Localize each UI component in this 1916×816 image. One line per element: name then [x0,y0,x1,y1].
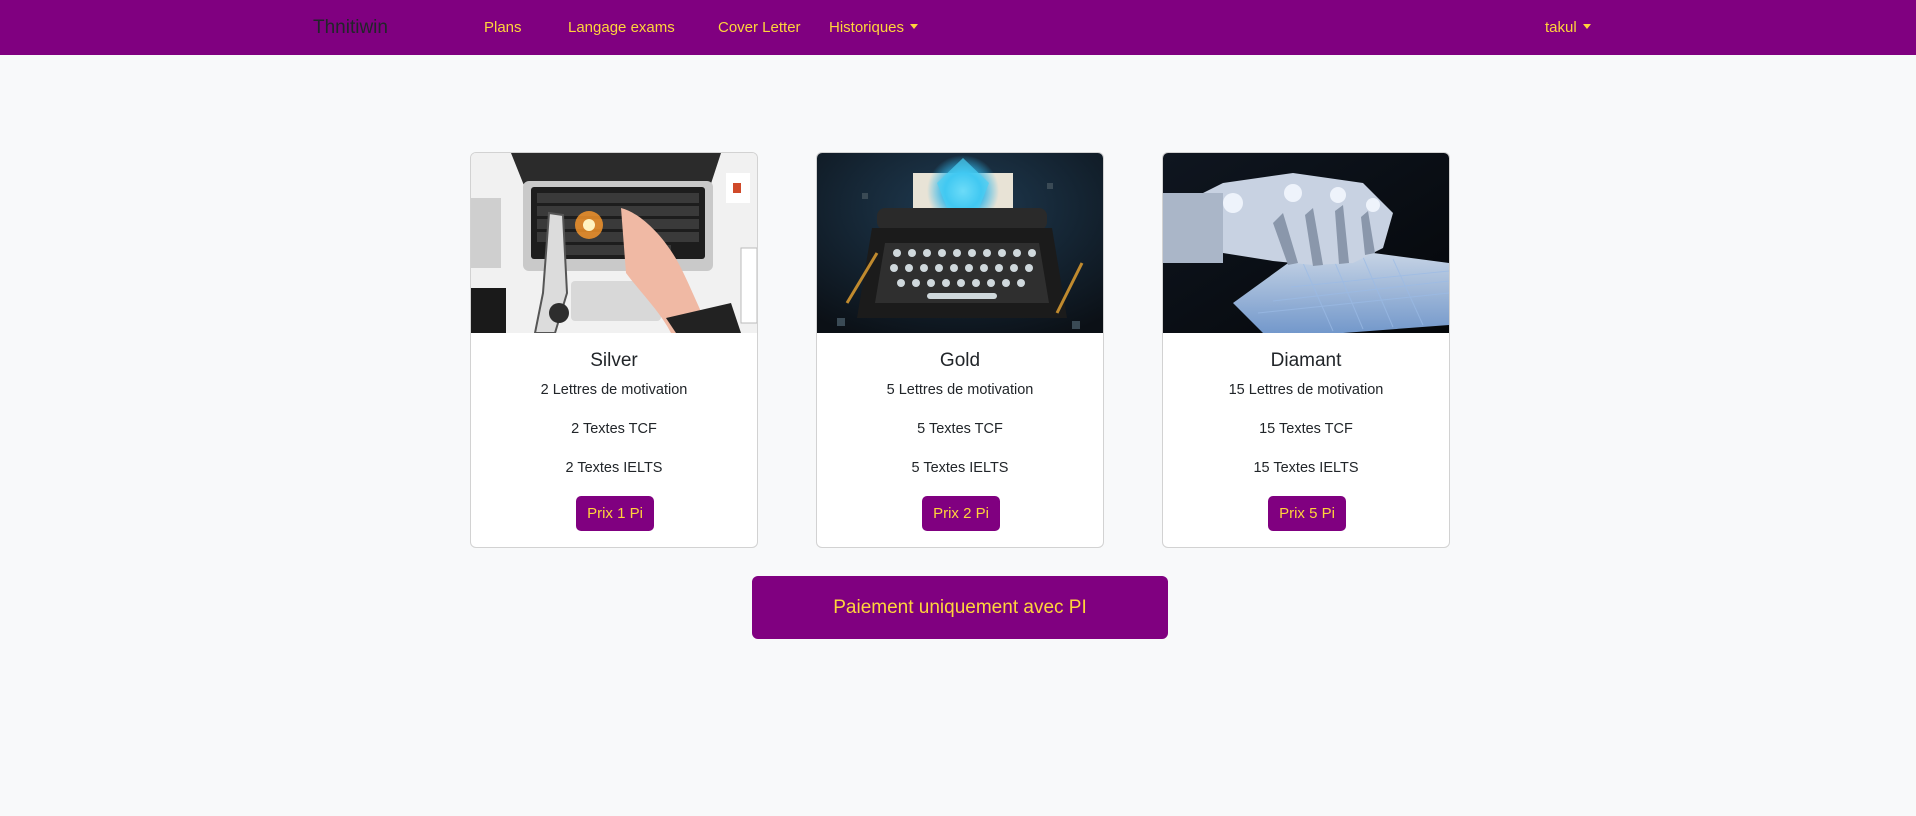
plan-image-diamant [1163,153,1449,333]
historiques-label: Historiques [829,19,905,36]
plan-image-gold [817,153,1103,333]
plan-image-silver [471,153,757,333]
plan-title: Silver [590,350,638,371]
plan-feature-tcf: 15 Textes TCF [1259,421,1353,437]
plan-feature-ielts: 5 Textes IELTS [911,460,1009,476]
chevron-down-icon [1582,24,1591,29]
plan-feature-letters: 2 Lettres de motivation [540,382,688,398]
price-button-gold[interactable]: Prix 2 Pi [922,496,1000,531]
plan-card-diamant: Diamant 15 Lettres de motivation 15 Text… [1162,152,1450,548]
plan-card-silver: Silver 2 Lettres de motivation 2 Textes … [470,152,758,548]
nav-link-langage-exams[interactable]: Langage exams [568,19,675,36]
plan-feature-ielts: 15 Textes IELTS [1253,460,1359,476]
plan-title: Diamant [1270,350,1342,371]
plan-feature-tcf: 5 Textes TCF [917,421,1003,437]
plan-feature-tcf: 2 Textes TCF [571,421,657,437]
plan-feature-letters: 15 Lettres de motivation [1228,382,1384,398]
top-navbar: Thnitiwin Plans Langage exams Cover Lett… [0,0,1916,55]
plan-feature-ielts: 2 Textes IELTS [565,460,663,476]
plan-feature-letters: 5 Lettres de motivation [886,382,1034,398]
user-name-label: takul [1545,19,1577,36]
plan-card-gold: Gold 5 Lettres de motivation 5 Textes TC… [816,152,1104,548]
chevron-down-icon [910,24,919,29]
payment-pi-button[interactable]: Paiement uniquement avec PI [752,576,1168,639]
price-button-silver[interactable]: Prix 1 Pi [576,496,654,531]
nav-link-cover-letter[interactable]: Cover Letter [718,19,801,36]
user-dropdown[interactable]: takul [1545,19,1591,36]
brand-logo[interactable]: Thnitiwin [313,17,388,39]
plan-title: Gold [939,350,981,371]
price-button-diamant[interactable]: Prix 5 Pi [1268,496,1346,531]
historiques-dropdown[interactable]: Historiques [829,19,919,36]
nav-link-plans[interactable]: Plans [484,19,522,36]
